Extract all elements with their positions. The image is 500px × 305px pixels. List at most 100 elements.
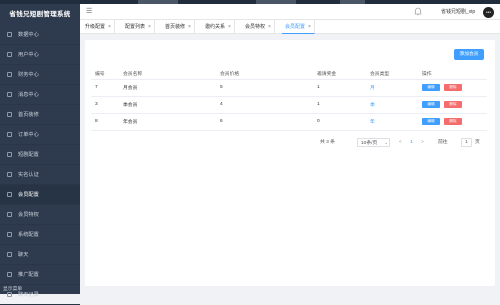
app-title: 省钱兄短剧管理系统 [9, 11, 71, 18]
sidebar-item-member-config[interactable]: 会员配置 [0, 185, 80, 205]
close-icon[interactable]: × [228, 24, 231, 30]
menu-icon [7, 132, 12, 137]
menu-icon [7, 112, 12, 117]
menu-toggle-icon[interactable]: ☰ [86, 8, 92, 15]
page-suffix: 页 [475, 140, 480, 145]
cell-price: 6 [216, 113, 313, 131]
menu-icon [7, 152, 12, 157]
delete-button[interactable]: 删除 [444, 84, 462, 91]
sidebar-item-label: 订单中心 [18, 132, 39, 138]
cell-bonus: 1 [313, 79, 366, 97]
sidebar-item-data-center[interactable]: 数据中心 [0, 25, 80, 45]
sidebar-item-label: 短剧配置 [18, 152, 39, 158]
tab-home-decoration[interactable]: 首页装修 × [162, 20, 195, 34]
close-icon[interactable]: × [108, 24, 111, 30]
menu-icon [7, 232, 12, 237]
sidebar-item-label: 系统配置 [18, 232, 39, 238]
column-header: 操作 [418, 69, 487, 80]
menu-icon [7, 92, 12, 97]
page-size-value: 10条/页 [361, 141, 378, 146]
cell-actions: 编辑 删除 [418, 96, 487, 114]
tab-label: 邀约关系 [205, 24, 226, 30]
menu-icon [7, 52, 12, 57]
menu-icon [7, 32, 12, 37]
avatar[interactable]: ●●● [483, 7, 494, 18]
member-table: 编号 会员名称 会员价格 邀请奖金 会员类型 操作 7 月会员 5 1 月 编辑… [91, 69, 487, 131]
tab-label: 升级配置 [85, 24, 106, 30]
cell-name: 月会员 [119, 79, 216, 97]
sidebar-item-label: 实名认证 [18, 172, 39, 178]
menu-icon [7, 72, 12, 77]
close-icon[interactable]: × [268, 24, 271, 30]
cell-price: 4 [216, 96, 313, 114]
chevron-down-icon: ⌄ [384, 141, 389, 146]
tab-label: 会员特权 [245, 24, 266, 30]
table-header-row: 编号 会员名称 会员价格 邀请奖金 会员类型 操作 [91, 69, 487, 80]
sidebar-item-label: 会员配置 [18, 192, 39, 198]
sidebar-item-label: 聊天 [18, 252, 29, 258]
sidebar-item-drama-config[interactable]: 短剧配置 [0, 145, 80, 165]
cell-type: 年 [366, 113, 418, 131]
sidebar-footer[interactable]: 显示菜单 [3, 285, 22, 292]
sidebar-item-home-decoration[interactable]: 首页装修 [0, 105, 80, 125]
sidebar-item-label: 用户中心 [18, 52, 39, 58]
tab-upgrade-config[interactable]: 升级配置 × [82, 20, 115, 34]
sidebar-item-finance-center[interactable]: 财务中心 [0, 65, 80, 85]
cell-id: 7 [91, 79, 119, 97]
sidebar-item-order-center[interactable]: 订单中心 [0, 125, 80, 145]
menu-icon [7, 192, 12, 197]
cell-bonus: 1 [313, 96, 366, 114]
sidebar-item-real-name-auth[interactable]: 实名认证 [0, 165, 80, 185]
menu-icon [7, 292, 12, 297]
menu-icon [7, 272, 12, 277]
tab-label: 配置列表 [125, 24, 146, 30]
sidebar-item-promotion-config[interactable]: 推广配置 [0, 265, 80, 285]
add-member-button[interactable]: 添加会员 [454, 49, 484, 60]
sidebar-item-label: 数据中心 [18, 32, 39, 38]
sidebar-item-label: 推广配置 [18, 272, 39, 278]
table-row: 8 年会员 6 0 年 编辑 删除 [91, 113, 487, 131]
page-number[interactable]: 1 [410, 138, 413, 148]
close-icon[interactable]: × [308, 24, 311, 30]
column-header: 会员类型 [366, 69, 418, 80]
delete-button[interactable]: 删除 [444, 118, 462, 125]
tab-member-config[interactable]: 会员配置 × [282, 20, 315, 34]
prev-page-button[interactable]: < [399, 138, 402, 148]
tab-invite-relations[interactable]: 邀约关系 × [202, 20, 235, 34]
sidebar-item-message-center[interactable]: 消息中心 [0, 85, 80, 105]
column-header: 会员名称 [119, 69, 216, 80]
sidebar-item-label: 财务中心 [18, 72, 39, 78]
goto-page-input[interactable]: 1 [461, 138, 472, 147]
sidebar-item-label: 聊天记录 [18, 292, 39, 298]
table-row: 3 季会员 4 1 季 编辑 删除 [91, 96, 487, 114]
user-name[interactable]: 省钱兄短剧_vip [441, 8, 475, 15]
sidebar-item-system-config[interactable]: 系统配置 [0, 225, 80, 245]
tab-member-privilege[interactable]: 会员特权 × [242, 20, 275, 34]
cell-bonus: 0 [313, 113, 366, 131]
tab-config-list[interactable]: 配置列表 × [122, 20, 155, 34]
sidebar-item-user-center[interactable]: 用户中心 [0, 45, 80, 65]
close-icon[interactable]: × [188, 24, 191, 30]
menu-icon [7, 252, 12, 257]
sidebar-item-chat[interactable]: 聊天 [0, 245, 80, 265]
cell-price: 5 [216, 79, 313, 97]
next-page-button[interactable]: > [421, 138, 424, 148]
delete-button[interactable]: 删除 [444, 101, 462, 108]
column-header: 邀请奖金 [313, 69, 366, 80]
table-row: 7 月会员 5 1 月 编辑 删除 [91, 79, 487, 97]
sidebar-item-member-privilege[interactable]: 会员特权 [0, 205, 80, 225]
goto-label: 前往 [438, 140, 448, 145]
page-size-select[interactable]: 10条/页 ⌄ [357, 138, 390, 147]
bell-icon[interactable] [414, 7, 422, 16]
tab-label: 首页装修 [165, 24, 186, 30]
edit-button[interactable]: 编辑 [422, 101, 440, 108]
edit-button[interactable]: 编辑 [422, 84, 440, 91]
edit-button[interactable]: 编辑 [422, 118, 440, 125]
cell-actions: 编辑 删除 [418, 79, 487, 97]
content-panel: 添加会员 编号 会员名称 会员价格 邀请奖金 会员类型 操作 7 月会员 5 1… [85, 40, 495, 286]
sidebar-item-label: 首页装修 [18, 112, 39, 118]
close-icon[interactable]: × [148, 24, 151, 30]
cell-id: 8 [91, 113, 119, 131]
menu-icon [7, 212, 12, 217]
cell-type: 月 [366, 79, 418, 97]
